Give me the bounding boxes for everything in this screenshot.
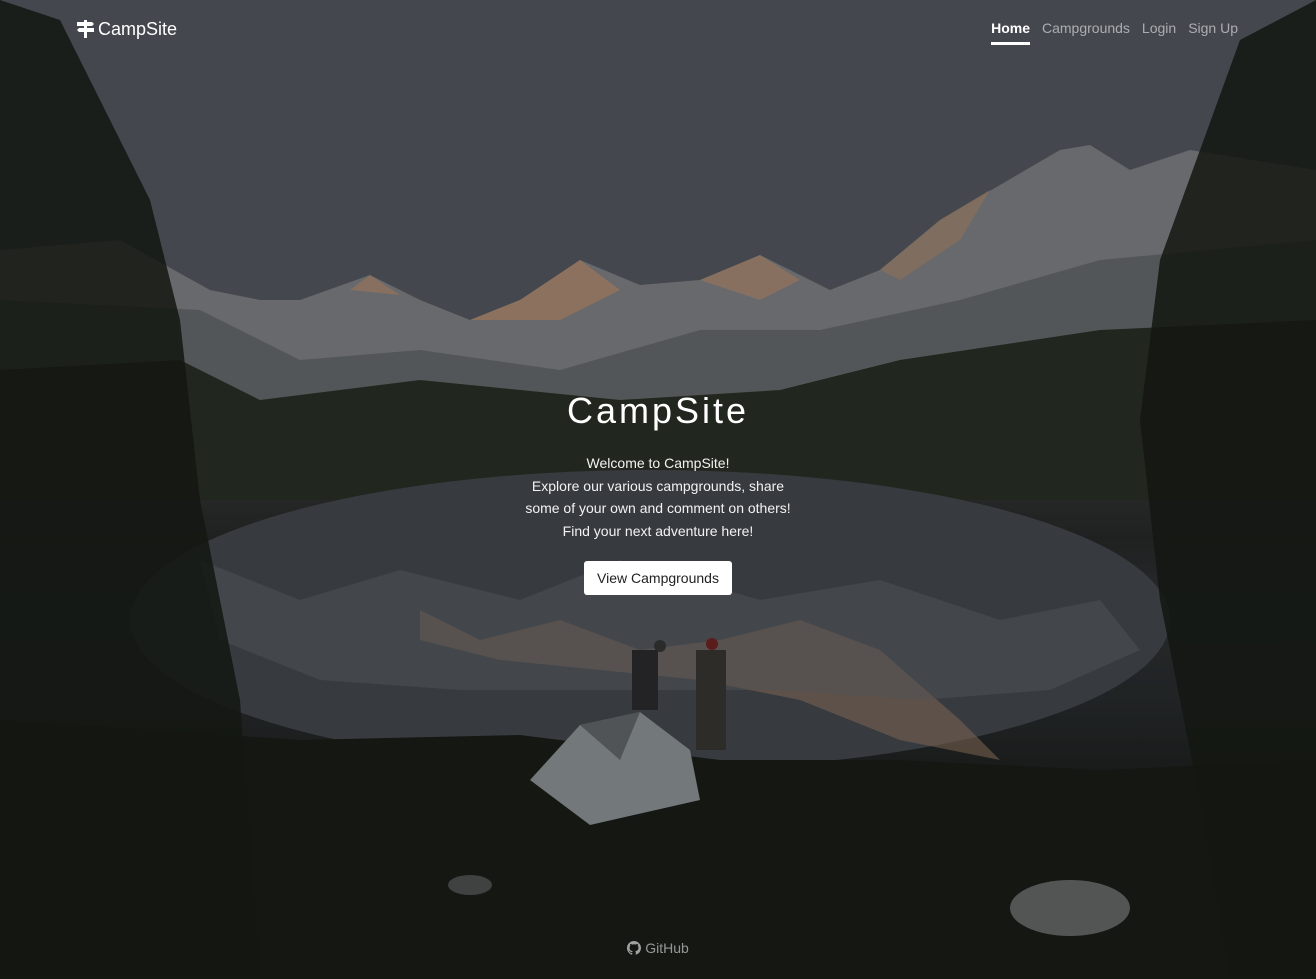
footer: GitHub	[0, 940, 1316, 960]
nav-link-campgrounds[interactable]: Campgrounds	[1042, 20, 1130, 42]
brand-link[interactable]: CampSite	[77, 16, 177, 42]
hero-title: CampSite	[566, 390, 750, 431]
brand-name: CampSite	[98, 18, 178, 39]
nav-link-sign-up[interactable]: Sign Up	[1188, 20, 1238, 42]
view-campgrounds-button[interactable]: View Campgrounds	[584, 561, 732, 595]
hero-description: Welcome to CampSite! Explore our various…	[0, 452, 1316, 542]
nav-links: Home Campgrounds Login Sign Up	[991, 20, 1238, 45]
github-link-label: GitHub	[645, 940, 689, 956]
navbar: CampSite Home Campgrounds Login Sign Up	[0, 0, 1316, 60]
hero-line: Find your next adventure here!	[562, 522, 754, 539]
nav-link-home[interactable]: Home	[991, 20, 1030, 45]
github-icon	[627, 941, 642, 955]
hero-line: some of your own and comment on others!	[525, 500, 791, 516]
landing-page: CampSite Home Campgrounds Login Sign Up …	[0, 0, 1316, 979]
hero-section: CampSite Welcome to CampSite! Explore ou…	[0, 390, 1316, 595]
hero-line: Welcome to CampSite!	[586, 455, 730, 471]
nav-link-login[interactable]: Login	[1142, 20, 1176, 42]
github-link[interactable]: GitHub	[627, 940, 689, 956]
hero-line: Explore our various campgrounds, share	[531, 477, 785, 494]
signpost-icon	[77, 20, 94, 38]
